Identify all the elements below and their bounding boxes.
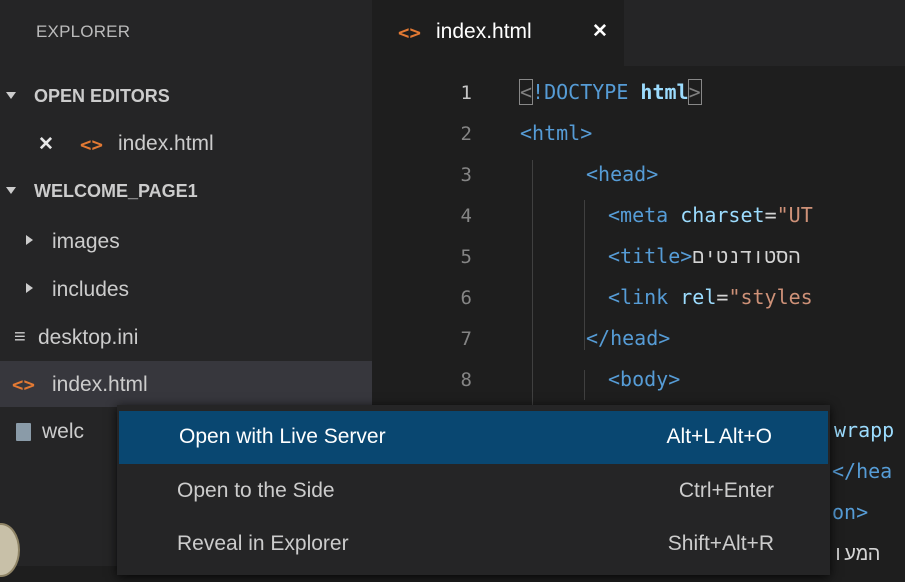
file-desktop-ini[interactable]: ≡ desktop.ini: [0, 314, 372, 360]
folder-label: images: [52, 230, 120, 253]
doctype-name: html: [640, 80, 689, 104]
code-fragment: </hea: [832, 459, 893, 483]
open-editor-filename: index.html: [118, 132, 214, 155]
equals: =: [716, 285, 729, 309]
menu-item-reveal-in-explorer[interactable]: Reveal in Explorer Shift+Alt+R: [117, 518, 830, 571]
equals: =: [764, 203, 777, 227]
menu-item-open-live-server[interactable]: Open with Live Server Alt+L Alt+O: [119, 411, 828, 464]
code-fragment: wrapp: [834, 418, 895, 442]
head-close-tag: </head>: [586, 326, 671, 350]
open-editor-item[interactable]: ✕ <> index.html: [0, 120, 372, 166]
text-file-icon: ≡: [14, 326, 26, 348]
code-line-1[interactable]: <!DOCTYPE html>: [518, 79, 702, 121]
line-number: 7: [460, 328, 472, 350]
file-label: desktop.ini: [38, 326, 139, 349]
meta-tag: <meta: [608, 203, 669, 227]
menu-item-shortcut: Ctrl+Enter: [678, 479, 774, 502]
context-menu: Open with Live Server Alt+L Alt+O Open t…: [117, 405, 830, 575]
close-icon[interactable]: ✕: [38, 133, 54, 156]
code-line-6[interactable]: <link rel="styles: [608, 285, 813, 326]
line-number: 3: [460, 164, 472, 186]
line-number: 4: [460, 205, 472, 227]
close-icon[interactable]: ✕: [592, 20, 608, 43]
line-number: 2: [460, 123, 472, 145]
menu-item-shortcut: Alt+L Alt+O: [666, 425, 772, 448]
folder-label: includes: [52, 278, 130, 301]
title-tag: <title>: [608, 244, 693, 268]
code-fragment: on>: [832, 500, 869, 524]
tab-label: index.html: [436, 20, 532, 43]
code-line-3[interactable]: <head>: [586, 162, 658, 203]
attr-value: "UT: [776, 203, 813, 227]
caret-down-icon: [6, 187, 16, 194]
line-number: 1: [460, 82, 472, 104]
code-line-4[interactable]: <meta charset="UT: [608, 203, 813, 244]
workspace-section[interactable]: WELCOME_PAGE1: [0, 167, 372, 213]
file-label: welc: [42, 420, 85, 443]
doctype-keyword: !DOCTYPE: [532, 80, 629, 104]
menu-item-open-to-side[interactable]: Open to the Side Ctrl+Enter: [117, 465, 830, 518]
html-file-icon: <>: [80, 134, 103, 156]
chevron-right-icon: [26, 235, 33, 245]
indent-guide: [584, 200, 585, 350]
bracket-match: >: [687, 79, 702, 105]
line-number: 8: [460, 369, 472, 391]
menu-item-label: Open with Live Server: [179, 425, 386, 448]
html-file-icon: <>: [398, 22, 421, 44]
folder-includes[interactable]: includes: [0, 266, 372, 312]
line-number: 5: [460, 246, 472, 268]
tab-index-html[interactable]: <> index.html ✕: [372, 0, 624, 66]
open-editors-label: OPEN EDITORS: [34, 86, 170, 106]
html-file-icon: <>: [12, 374, 35, 396]
tab-bar: <> index.html ✕: [372, 0, 905, 66]
folder-images[interactable]: images: [0, 218, 372, 264]
workspace-label: WELCOME_PAGE1: [34, 181, 198, 201]
code-line-2[interactable]: <html>: [520, 121, 592, 162]
html-tag: <html>: [520, 121, 593, 145]
image-file-icon: [16, 423, 31, 441]
body-tag: <body>: [608, 367, 681, 391]
code-line-8[interactable]: <body>: [608, 367, 680, 391]
menu-item-label: Open to the Side: [177, 479, 335, 502]
open-editors-section[interactable]: OPEN EDITORS: [0, 72, 372, 118]
attr-name: rel: [680, 285, 717, 309]
indent-guide: [584, 370, 585, 400]
link-tag: <link: [608, 285, 669, 309]
head-tag: <head>: [586, 162, 659, 186]
file-label: index.html: [52, 373, 148, 396]
menu-item-label: Reveal in Explorer: [177, 532, 349, 555]
file-index-html[interactable]: <> index.html: [0, 361, 372, 407]
line-number: 6: [460, 287, 472, 309]
code-line-7[interactable]: </head>: [586, 326, 670, 367]
explorer-title: EXPLORER: [36, 22, 131, 41]
chevron-right-icon: [26, 283, 33, 293]
bracket-match: <: [518, 79, 534, 105]
code-line-5[interactable]: <title>הסטודנטים: [608, 244, 800, 285]
code-fragment: המעו: [832, 541, 881, 565]
title-text: הסטודנטים: [692, 244, 801, 268]
attr-name: charset: [680, 203, 765, 227]
attr-value: "styles: [728, 285, 813, 309]
caret-down-icon: [6, 92, 16, 99]
menu-item-shortcut: Shift+Alt+R: [667, 532, 774, 555]
